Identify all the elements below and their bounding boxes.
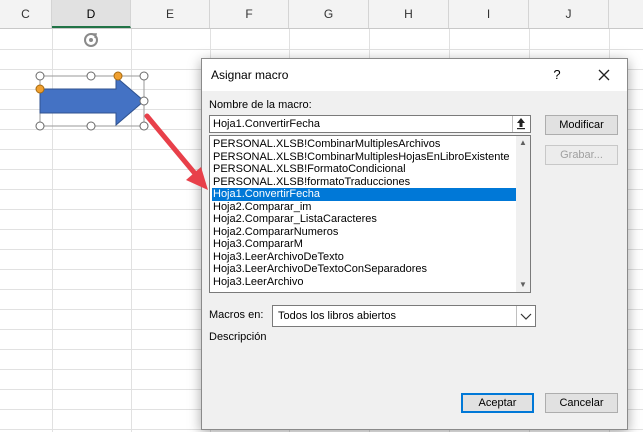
column-header-bar: C D E F G H I J: [0, 0, 643, 29]
list-item[interactable]: PERSONAL.XLSB!CombinarMultiplesHojasEnLi…: [212, 151, 516, 164]
macro-name-input[interactable]: Hoja1.ConvertirFecha: [209, 115, 531, 133]
dialog-title: Asignar macro: [211, 68, 289, 82]
resize-handle[interactable]: [35, 121, 45, 131]
accept-label: Aceptar: [478, 397, 517, 409]
cancel-label: Cancelar: [559, 397, 604, 409]
adjust-handle[interactable]: [35, 84, 45, 94]
macro-name-label: Nombre de la macro:: [209, 99, 312, 111]
macros-in-select[interactable]: Todos los libros abiertos: [272, 305, 536, 327]
list-item[interactable]: Hoja3.LeerArchivo: [212, 276, 516, 289]
modify-label: Modificar: [559, 119, 604, 131]
column-header-c[interactable]: C: [0, 0, 52, 28]
list-item[interactable]: Hoja3.CompararM: [212, 238, 516, 251]
column-header-i[interactable]: I: [449, 0, 529, 28]
scroll-up-icon[interactable]: ▲: [519, 138, 527, 147]
blue-right-arrow[interactable]: [39, 75, 145, 127]
macro-list[interactable]: PERSONAL.XLSB!CombinarMultiplesArchivos …: [209, 135, 531, 293]
column-header-d[interactable]: D: [52, 0, 131, 28]
list-item[interactable]: Hoja3.LeerArchivoDeTexto: [212, 251, 516, 264]
column-header-h[interactable]: H: [369, 0, 449, 28]
arrow-shape[interactable]: [34, 30, 164, 134]
dialog-titlebar: Asignar macro ?: [202, 59, 627, 91]
resize-handle[interactable]: [139, 121, 149, 131]
macros-in-label: Macros en:: [209, 309, 264, 321]
column-header-e[interactable]: E: [131, 0, 210, 28]
modify-button[interactable]: Modificar: [545, 115, 618, 135]
resize-handle[interactable]: [86, 71, 96, 81]
help-button[interactable]: ?: [546, 64, 568, 86]
record-button[interactable]: Grabar...: [545, 145, 618, 165]
macro-name-value: Hoja1.ConvertirFecha: [213, 118, 320, 130]
list-item[interactable]: Hoja2.Comparar_im: [212, 201, 516, 214]
list-item[interactable]: Hoja3.LeerArchivoDeTextoConSeparadores: [212, 263, 516, 276]
column-header-f[interactable]: F: [210, 0, 289, 28]
upload-arrow-icon: [517, 118, 525, 130]
resize-handle[interactable]: [35, 71, 45, 81]
chevron-down-icon: [520, 313, 532, 320]
dropdown-button[interactable]: [516, 306, 535, 326]
column-header-g[interactable]: G: [289, 0, 369, 28]
list-item[interactable]: Hoja2.CompararNumeros: [212, 226, 516, 239]
resize-handle[interactable]: [86, 121, 96, 131]
resize-handle[interactable]: [139, 96, 149, 106]
macros-in-value: Todos los libros abiertos: [278, 310, 397, 322]
resize-handle[interactable]: [139, 71, 149, 81]
list-scrollbar[interactable]: ▲ ▼: [516, 136, 530, 292]
list-item[interactable]: PERSONAL.XLSB!FormatoCondicional: [212, 163, 516, 176]
column-header-k[interactable]: [609, 0, 643, 28]
scroll-down-icon[interactable]: ▼: [519, 280, 527, 289]
close-icon: [598, 69, 610, 81]
list-item[interactable]: Hoja2.Comparar_ListaCaracteres: [212, 213, 516, 226]
description-label: Descripción: [209, 331, 267, 343]
close-button[interactable]: [592, 63, 616, 87]
column-header-j[interactable]: J: [529, 0, 609, 28]
cancel-button[interactable]: Cancelar: [545, 393, 618, 413]
list-item[interactable]: PERSONAL.XLSB!CombinarMultiplesArchivos: [212, 138, 516, 151]
rotate-handle-icon[interactable]: [84, 33, 98, 47]
adjust-handle[interactable]: [113, 71, 123, 81]
list-item-selected[interactable]: Hoja1.ConvertirFecha: [212, 188, 516, 201]
assign-macro-dialog: Asignar macro ? Nombre de la macro: Hoja…: [201, 58, 628, 430]
accept-button[interactable]: Aceptar: [461, 393, 534, 413]
record-label: Grabar...: [560, 149, 603, 161]
list-item[interactable]: PERSONAL.XLSB!formatoTraducciones: [212, 176, 516, 189]
collapse-dialog-button[interactable]: [512, 116, 530, 132]
